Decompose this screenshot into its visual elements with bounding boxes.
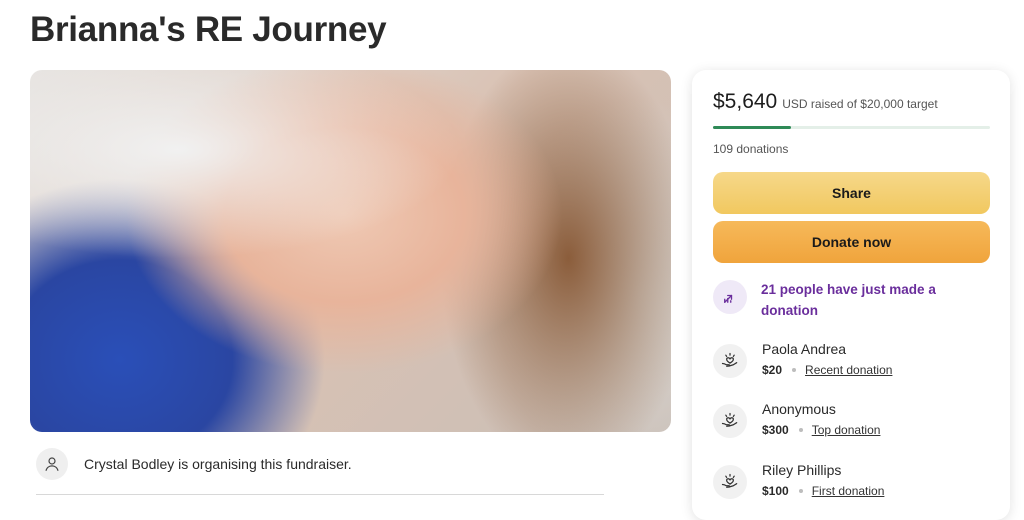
fundraiser-hero-image <box>30 70 671 432</box>
user-icon <box>36 448 68 480</box>
donor-name: Riley Phillips <box>762 462 842 478</box>
donor-amount: $300 <box>762 423 789 437</box>
donor-item: Anonymous $300 Top donation <box>713 401 881 439</box>
trend-up-icon <box>713 280 747 314</box>
donation-heart-hand-icon <box>713 404 747 438</box>
share-button[interactable]: Share <box>713 172 990 214</box>
amount-raised: $5,640 <box>713 90 778 113</box>
separator-dot <box>798 428 803 432</box>
divider <box>36 494 604 495</box>
donor-amount: $100 <box>762 484 789 498</box>
progress-fill <box>713 126 792 129</box>
donor-item: Riley Phillips $100 First donation <box>713 462 885 500</box>
organiser-row: Crystal Bodley is organising this fundra… <box>36 448 352 480</box>
recent-donation-link[interactable]: Recent donation <box>805 361 892 379</box>
donation-card: $5,640 USD raised of $20,000 target 109 … <box>692 70 1010 520</box>
organiser-text: Crystal Bodley is organising this fundra… <box>84 456 352 472</box>
separator-dot <box>792 368 797 372</box>
donation-heart-hand-icon <box>713 344 747 378</box>
page-title: Brianna's RE Journey <box>30 10 387 49</box>
raised-summary: $5,640 USD raised of $20,000 target <box>713 90 938 114</box>
top-donation-link[interactable]: Top donation <box>812 421 881 439</box>
donor-amount: $20 <box>762 363 783 377</box>
recent-activity-banner: 21 people have just made a donation <box>713 280 966 321</box>
recent-activity-text: 21 people have just made a donation <box>761 282 936 318</box>
progress-bar <box>713 126 990 129</box>
donor-item: Paola Andrea $20 Recent donation <box>713 341 892 379</box>
donation-heart-hand-icon <box>713 465 747 499</box>
donate-now-button[interactable]: Donate now <box>713 221 990 263</box>
target-text: USD raised of $20,000 target <box>782 97 938 111</box>
first-donation-link[interactable]: First donation <box>812 482 885 500</box>
donor-name: Anonymous <box>762 401 836 417</box>
separator-dot <box>798 489 803 493</box>
donor-name: Paola Andrea <box>762 341 847 357</box>
donations-count: 109 donations <box>713 142 789 156</box>
